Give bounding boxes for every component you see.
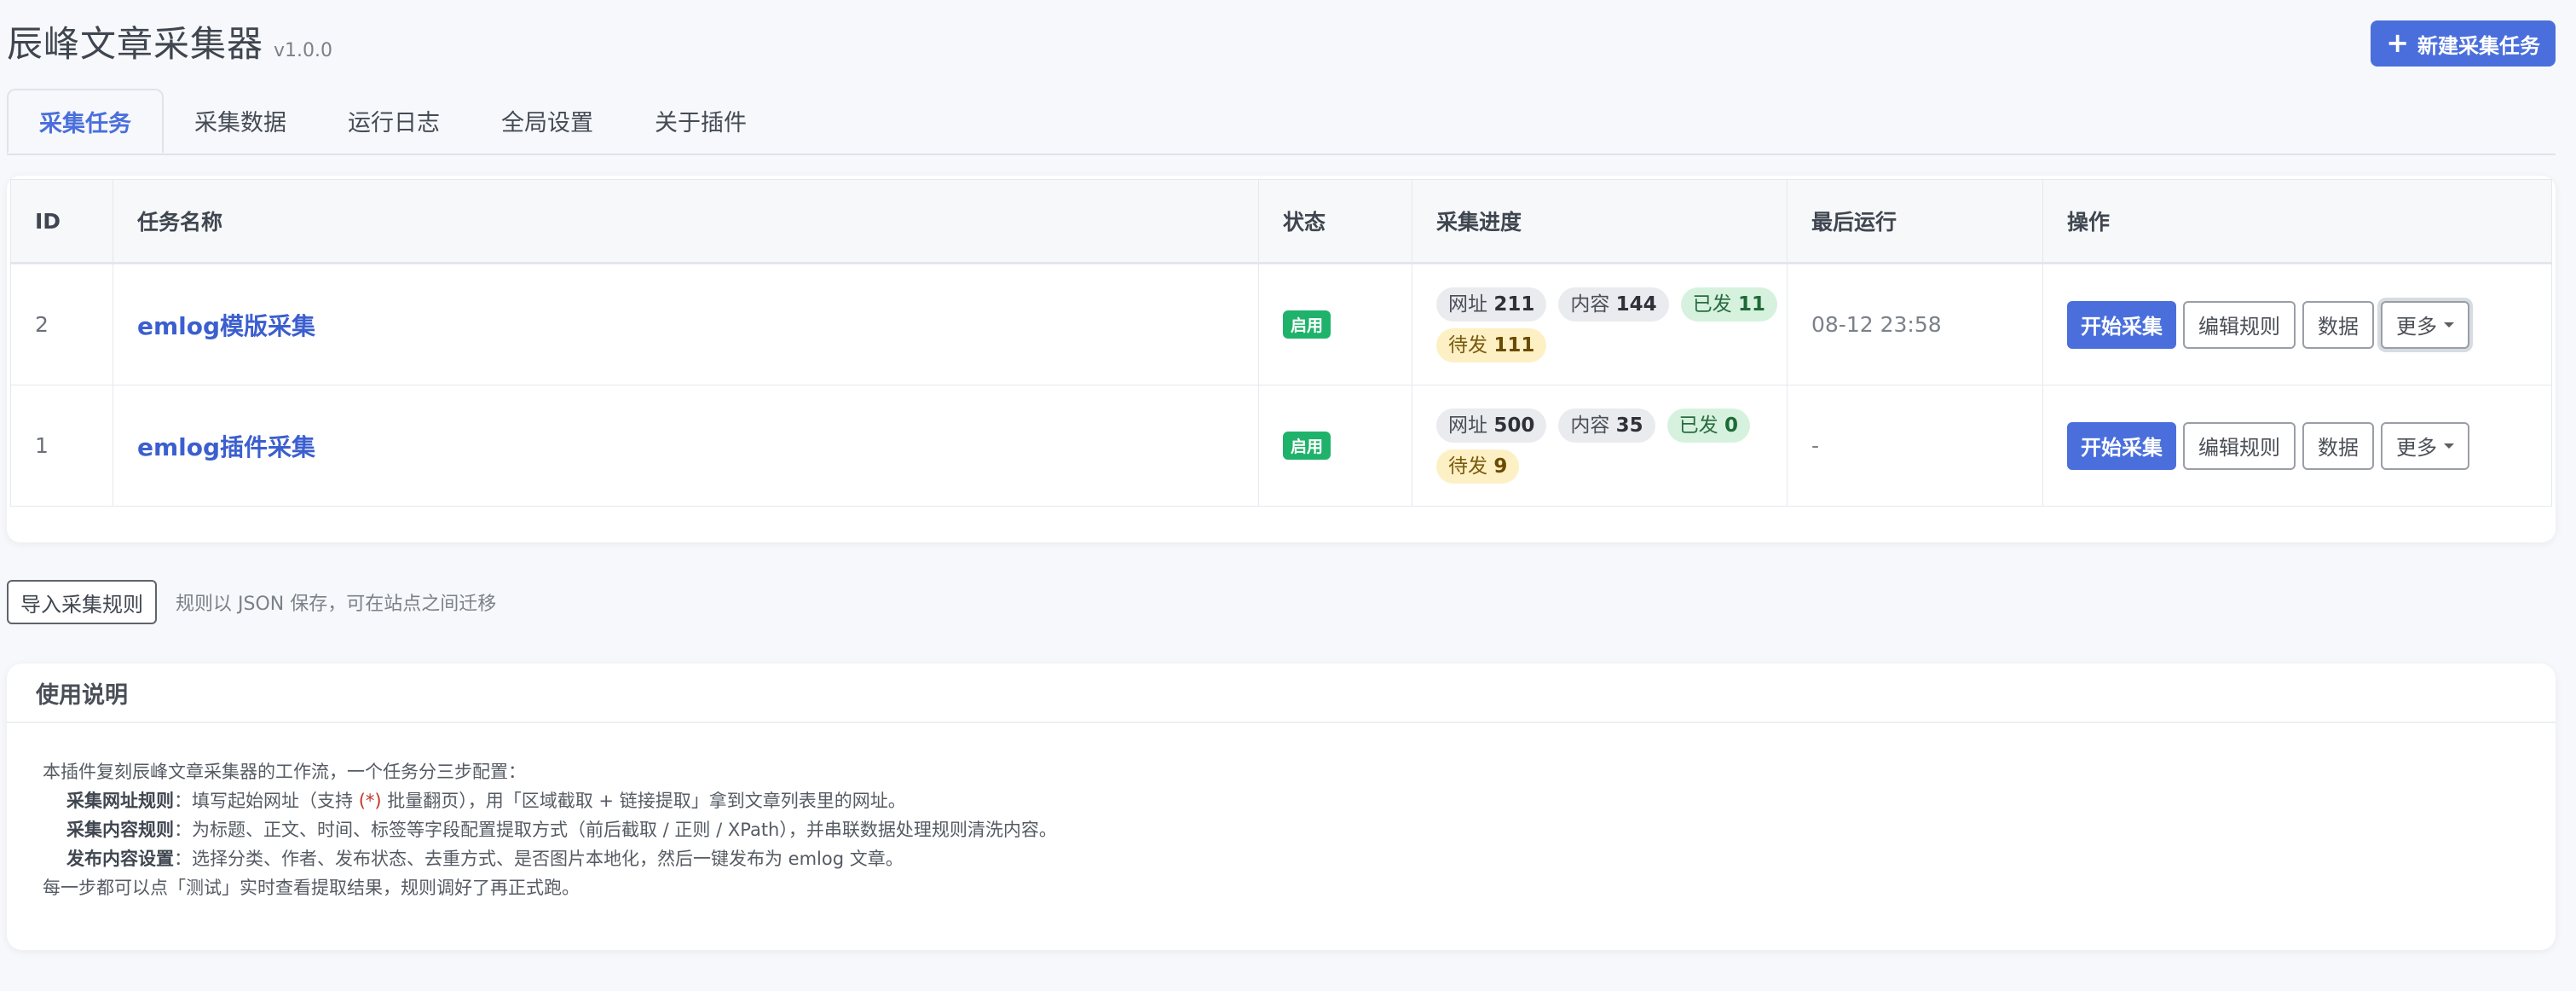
- import-hint: 规则以 JSON 保存，可在站点之间迁移: [176, 594, 497, 615]
- column-header-name: 任务名称: [113, 179, 1259, 264]
- page: 辰峰文章采集器 v1.0.0 + 新建采集任务 采集任务 采集数据 运行日志 全…: [0, 0, 2576, 991]
- task-name-link[interactable]: emlog模版采集: [137, 312, 315, 340]
- page-header: 辰峰文章采集器 v1.0.0: [7, 15, 332, 67]
- table-row: 1 emlog插件采集 启用 网址 500 内容 35 已发 0 待发 9 -: [10, 385, 2552, 507]
- data-button[interactable]: 数据: [2302, 300, 2374, 349]
- help-step-url-rules: 采集网址规则：填写起始网址（支持 (*) 批量翻页），用「区域截取 + 链接提取…: [66, 791, 906, 811]
- task-table: ID 任务名称 状态 采集进度 最后运行 操作 2 emlog模版采集 启用 网…: [10, 179, 2552, 507]
- caret-down-icon: [2444, 443, 2454, 449]
- import-row: 导入采集规则 规则以 JSON 保存，可在站点之间迁移: [7, 580, 496, 624]
- help-outro: 每一步都可以点「测试」实时查看提取结果，规则调好了再正式跑。: [43, 878, 580, 898]
- plus-icon: +: [2386, 26, 2409, 59]
- task-id: 2: [10, 263, 113, 385]
- app-title: 辰峰文章采集器: [7, 23, 264, 65]
- tab-about[interactable]: 关于插件: [624, 89, 777, 152]
- last-run-time: -: [1787, 385, 2043, 507]
- help-step-content-rules: 采集内容规则：为标题、正文、时间、标签等字段配置提取方式（前后截取 / 正则 /…: [66, 820, 1057, 840]
- import-rules-button[interactable]: 导入采集规则: [7, 580, 157, 624]
- caret-down-icon: [2444, 322, 2454, 327]
- content-count-pill: 内容 144: [1558, 287, 1669, 322]
- row-actions: 开始采集 编辑规则 数据 更多: [2067, 421, 2527, 470]
- help-card: 使用说明 本插件复刻辰峰文章采集器的工作流，一个任务分三步配置： 采集网址规则：…: [7, 664, 2556, 950]
- more-label: 更多: [2396, 315, 2437, 339]
- tab-collected-data[interactable]: 采集数据: [164, 89, 317, 152]
- new-task-button[interactable]: + 新建采集任务: [2371, 20, 2556, 67]
- help-body: 本插件复刻辰峰文章采集器的工作流，一个任务分三步配置： 采集网址规则：填写起始网…: [7, 723, 2556, 902]
- published-count-pill: 已发 11: [1680, 287, 1777, 322]
- more-dropdown-button[interactable]: 更多: [2381, 421, 2469, 470]
- published-count-pill: 已发 0: [1666, 408, 1750, 443]
- status-badge: 启用: [1283, 432, 1331, 460]
- help-step-publish-settings: 发布内容设置：选择分类、作者、发布状态、去重方式、是否图片本地化，然后一键发布为…: [66, 849, 904, 869]
- pending-count-pill: 待发 111: [1436, 327, 1547, 362]
- help-title: 使用说明: [7, 664, 2556, 723]
- column-header-progress: 采集进度: [1412, 179, 1788, 264]
- status-badge: 启用: [1283, 310, 1331, 339]
- progress-pills: 网址 211 内容 144 已发 11 待发 111: [1436, 287, 1777, 362]
- tab-run-log[interactable]: 运行日志: [317, 89, 471, 152]
- table-row: 2 emlog模版采集 启用 网址 211 内容 144 已发 11 待发 11…: [10, 263, 2552, 385]
- table-header-row: ID 任务名称 状态 采集进度 最后运行 操作: [10, 179, 2552, 264]
- task-id: 1: [10, 385, 113, 507]
- tab-global-settings[interactable]: 全局设置: [471, 89, 624, 152]
- content-count-pill: 内容 35: [1558, 408, 1655, 443]
- column-header-actions: 操作: [2042, 179, 2552, 264]
- new-task-label: 新建采集任务: [2417, 33, 2540, 58]
- tab-tasks[interactable]: 采集任务: [7, 89, 164, 154]
- help-intro: 本插件复刻辰峰文章采集器的工作流，一个任务分三步配置：: [43, 762, 526, 782]
- url-count-pill: 网址 500: [1436, 408, 1547, 443]
- more-dropdown-button[interactable]: 更多: [2381, 300, 2469, 349]
- task-name-link[interactable]: emlog插件采集: [137, 433, 315, 461]
- column-header-id: ID: [10, 179, 113, 264]
- app-version: v1.0.0: [274, 40, 333, 61]
- tab-bar: 采集任务 采集数据 运行日志 全局设置 关于插件: [7, 89, 2556, 155]
- last-run-time: 08-12 23:58: [1787, 263, 2043, 385]
- start-collect-button[interactable]: 开始采集: [2067, 421, 2176, 470]
- url-count-pill: 网址 211: [1436, 287, 1547, 322]
- edit-rules-button[interactable]: 编辑规则: [2183, 300, 2296, 349]
- column-header-last-run: 最后运行: [1787, 179, 2043, 264]
- start-collect-button[interactable]: 开始采集: [2067, 300, 2176, 349]
- data-button[interactable]: 数据: [2302, 421, 2374, 470]
- progress-pills: 网址 500 内容 35 已发 0 待发 9: [1436, 408, 1777, 484]
- task-table-card: ID 任务名称 状态 采集进度 最后运行 操作 2 emlog模版采集 启用 网…: [7, 176, 2556, 542]
- row-actions: 开始采集 编辑规则 数据 更多: [2067, 300, 2527, 349]
- edit-rules-button[interactable]: 编辑规则: [2183, 421, 2296, 470]
- column-header-status: 状态: [1258, 179, 1412, 264]
- more-label: 更多: [2396, 436, 2437, 460]
- pending-count-pill: 待发 9: [1436, 449, 1520, 484]
